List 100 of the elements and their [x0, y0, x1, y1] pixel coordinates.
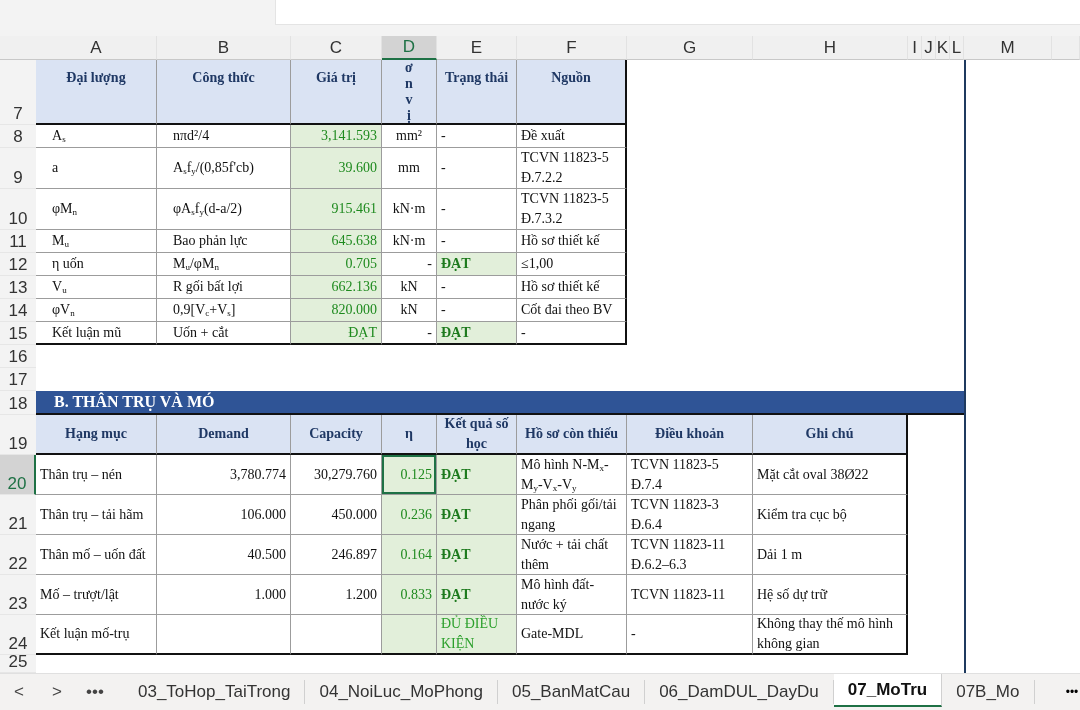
column-header[interactable]: B [157, 36, 291, 60]
row-header[interactable]: 19 [0, 415, 36, 455]
row-header[interactable]: 16 [0, 345, 36, 368]
column-heading: Kết quả số học [437, 415, 517, 455]
table-cell: ĐẠT [437, 495, 517, 535]
column-header[interactable]: K [936, 36, 950, 60]
table-cell: kN·m [382, 230, 437, 253]
column-heading: Capacity [291, 415, 382, 455]
table-cell: 0.705 [291, 253, 382, 276]
table-cell: Không thay thế mô hình không gian [753, 615, 908, 655]
table-cell: ĐỦ ĐIỀU KIỆN [437, 615, 517, 655]
table-cell: mm [382, 148, 437, 189]
column-header[interactable]: D [382, 36, 437, 60]
nav-button[interactable]: ••• [76, 674, 114, 710]
row-header[interactable]: 12 [0, 253, 36, 276]
table-cell: TCVN 11823-5 Đ.7.4 [627, 455, 753, 495]
table-cell: - [437, 148, 517, 189]
row-header[interactable]: 18 [0, 391, 36, 415]
column-heading: Giá trị [291, 60, 382, 125]
row-header[interactable]: 10 [0, 189, 36, 230]
sheet-tab[interactable]: 04_NoiLuc_MoPhong [305, 680, 498, 704]
row-header[interactable]: 14 [0, 299, 36, 322]
table-cell: M$_{u}$ [36, 230, 157, 253]
table-cell: TCVN 11823-5 Đ.7.3.2 [517, 189, 627, 230]
table-cell: ĐẠT [291, 322, 382, 345]
column-heading: Demand [157, 415, 291, 455]
table-cell: ĐẠT [437, 535, 517, 575]
row-header[interactable]: 17 [0, 368, 36, 391]
table-cell: - [437, 276, 517, 299]
table-cell: A$_{s}$ [36, 125, 157, 148]
table-cell: 1.000 [157, 575, 291, 615]
table-cell: Đề xuất [517, 125, 627, 148]
table-cell: ĐẠT [437, 322, 517, 345]
table-cell: ĐẠT [437, 455, 517, 495]
column-heading: ơn vị [382, 60, 437, 125]
table-cell: TCVN 11823-5 Đ.7.2.2 [517, 148, 627, 189]
column-header[interactable]: M [964, 36, 1052, 60]
table-cell: 0.833 [382, 575, 437, 615]
nav-button[interactable]: < [0, 674, 38, 710]
table-cell: Gate-MDL [517, 615, 627, 655]
table-cell: φM$_{n}$ [36, 189, 157, 230]
row-header[interactable]: 15 [0, 322, 36, 345]
row-header[interactable]: 9 [0, 148, 36, 189]
table-cell: Thân trụ – tải hãm [36, 495, 157, 535]
sheet-tab[interactable]: 03_ToHop_TaiTrong [124, 680, 306, 704]
table-cell: η uốn [36, 253, 157, 276]
table-cell: TCVN 11823-3 Đ.6.4 [627, 495, 753, 535]
column-header[interactable] [1052, 36, 1080, 60]
table-cell: - [437, 189, 517, 230]
table-cell: Mô hình N-M$_{x}$-M$_{y}$-V$_{x}$-V$_{y}$ [517, 455, 627, 495]
table-cell: V$_{u}$ [36, 276, 157, 299]
nav-button[interactable]: > [38, 674, 76, 710]
column-heading: Hồ sơ còn thiếu [517, 415, 627, 455]
table-cell: Nước + tải chất thêm [517, 535, 627, 575]
column-header[interactable]: L [950, 36, 964, 60]
table-cell: ĐẠT [437, 575, 517, 615]
table-cell: 0.236 [382, 495, 437, 535]
table-cell: Thân mố – uốn đất [36, 535, 157, 575]
row-header[interactable]: 25 [0, 655, 36, 673]
row-header[interactable]: 20 [0, 455, 36, 495]
row-header[interactable]: 11 [0, 230, 36, 253]
table-cell: - [517, 322, 627, 345]
row-header[interactable]: 13 [0, 276, 36, 299]
sheet-tab[interactable]: 06_DamDUL_DayDu [645, 680, 834, 704]
column-heading: Hạng mục [36, 415, 157, 455]
row-header[interactable]: 24 [0, 615, 36, 655]
table-cell: 662.136 [291, 276, 382, 299]
table-cell: 645.638 [291, 230, 382, 253]
column-header[interactable]: C [291, 36, 382, 60]
table-cell: ≤1,00 [517, 253, 627, 276]
sheet-tab[interactable]: 07_MoTru [833, 674, 943, 707]
table-cell: Hồ sơ thiết kế [517, 276, 627, 299]
table-cell: Cốt đai theo BV [517, 299, 627, 322]
sheet-tab[interactable]: 05_BanMatCau [498, 680, 646, 704]
table-cell: Hồ sơ thiết kế [517, 230, 627, 253]
formula-bar[interactable] [275, 0, 1080, 25]
table-cell: 40.500 [157, 535, 291, 575]
column-header[interactable]: I [908, 36, 922, 60]
table-cell: kN [382, 299, 437, 322]
table-cell: TCVN 11823-11 Đ.6.2–6.3 [627, 535, 753, 575]
column-header[interactable]: F [517, 36, 627, 60]
row-header[interactable]: 7 [0, 60, 36, 125]
column-header[interactable]: J [922, 36, 936, 60]
row-header[interactable]: 23 [0, 575, 36, 615]
table-cell: 106.000 [157, 495, 291, 535]
column-heading: Ghi chú [753, 415, 908, 455]
sheet-tab[interactable]: 07B_Mo [942, 680, 1035, 704]
column-header[interactable]: A [36, 36, 157, 60]
row-header[interactable]: 22 [0, 535, 36, 575]
column-header[interactable]: H [753, 36, 908, 60]
column-header[interactable]: G [627, 36, 753, 60]
table-cell: ĐẠT [437, 253, 517, 276]
table-cell: Dải 1 m [753, 535, 908, 575]
row-header[interactable]: 8 [0, 125, 36, 148]
column-header[interactable]: E [437, 36, 517, 60]
row-header[interactable]: 21 [0, 495, 36, 535]
table-cell: Phân phối gối/tải ngang [517, 495, 627, 535]
table-cell: 915.461 [291, 189, 382, 230]
table-cell: mm² [382, 125, 437, 148]
table-cell: φV$_{n}$ [36, 299, 157, 322]
